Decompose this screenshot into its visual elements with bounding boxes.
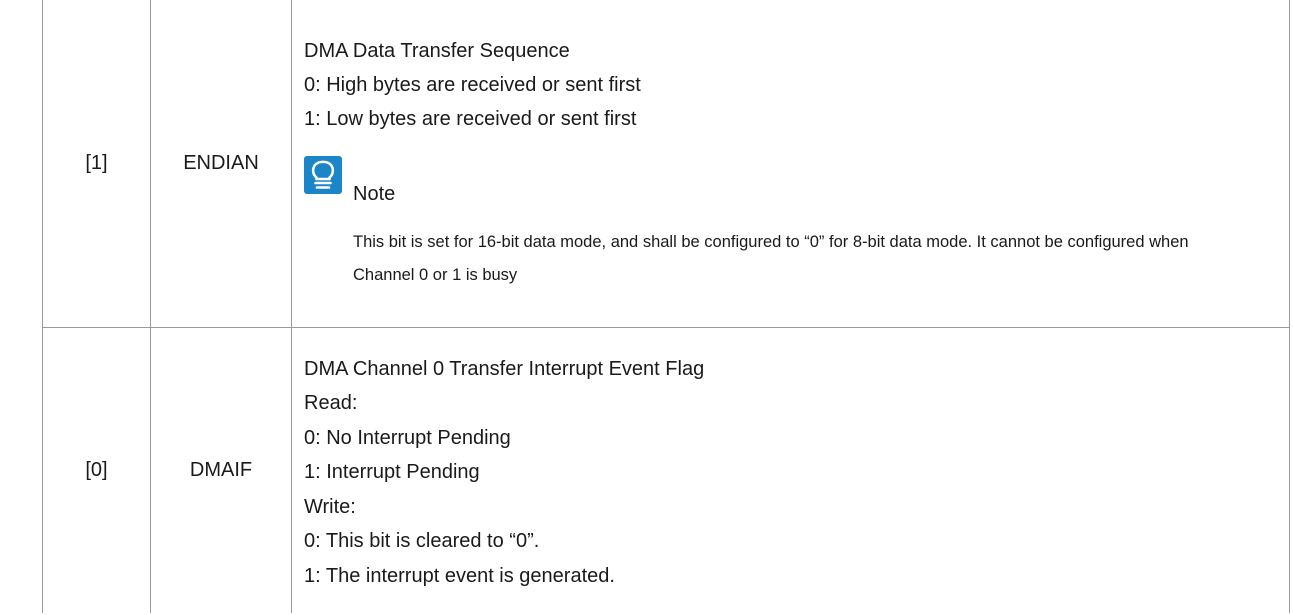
bit-number: [1]: [85, 151, 108, 174]
description-line: 1: The interrupt event is generated.: [304, 564, 615, 587]
description-line: DMA Data Transfer Sequence: [304, 39, 570, 62]
field-name-cell: DMAIF: [150, 326, 292, 613]
bit-number: [0]: [85, 458, 108, 481]
lightbulb-icon: [304, 155, 342, 194]
bit-cell: [0]: [42, 326, 151, 613]
field-name: ENDIAN: [183, 151, 259, 174]
description-cell: DMA Channel 0 Transfer Interrupt Event F…: [291, 326, 1290, 613]
description-line: 0: This bit is cleared to “0”.: [304, 530, 540, 552]
description-line: 1: Interrupt Pending: [304, 461, 480, 483]
description-line: DMA Channel 0 Transfer Interrupt Event F…: [304, 357, 705, 380]
description-line: 1: Low bytes are received or sent first: [304, 107, 637, 130]
description-line: Write:: [304, 495, 356, 518]
table-row: [0] DMAIF DMA Channel 0 Transfer Interru…: [42, 326, 1290, 613]
description-cell: DMA Data Transfer Sequence 0: High bytes…: [291, 0, 1290, 328]
note-title: Note: [353, 182, 396, 205]
field-name-cell: ENDIAN: [150, 0, 292, 328]
bit-cell: [1]: [42, 0, 151, 328]
note-text: This bit is set for 16-bit data mode, an…: [353, 232, 1189, 284]
description-line: Read:: [304, 392, 358, 414]
field-name: DMAIF: [189, 458, 253, 481]
description-line: 0: No Interrupt Pending: [304, 426, 511, 449]
description-line: 0: High bytes are received or sent first: [304, 73, 641, 96]
note-callout: Note This bit is set for 16-bit data mod…: [304, 155, 1289, 304]
register-bit-table: [1] ENDIAN DMA Data Transfer Sequence 0:…: [42, 0, 1290, 613]
table-row: [1] ENDIAN DMA Data Transfer Sequence 0:…: [42, 0, 1290, 328]
